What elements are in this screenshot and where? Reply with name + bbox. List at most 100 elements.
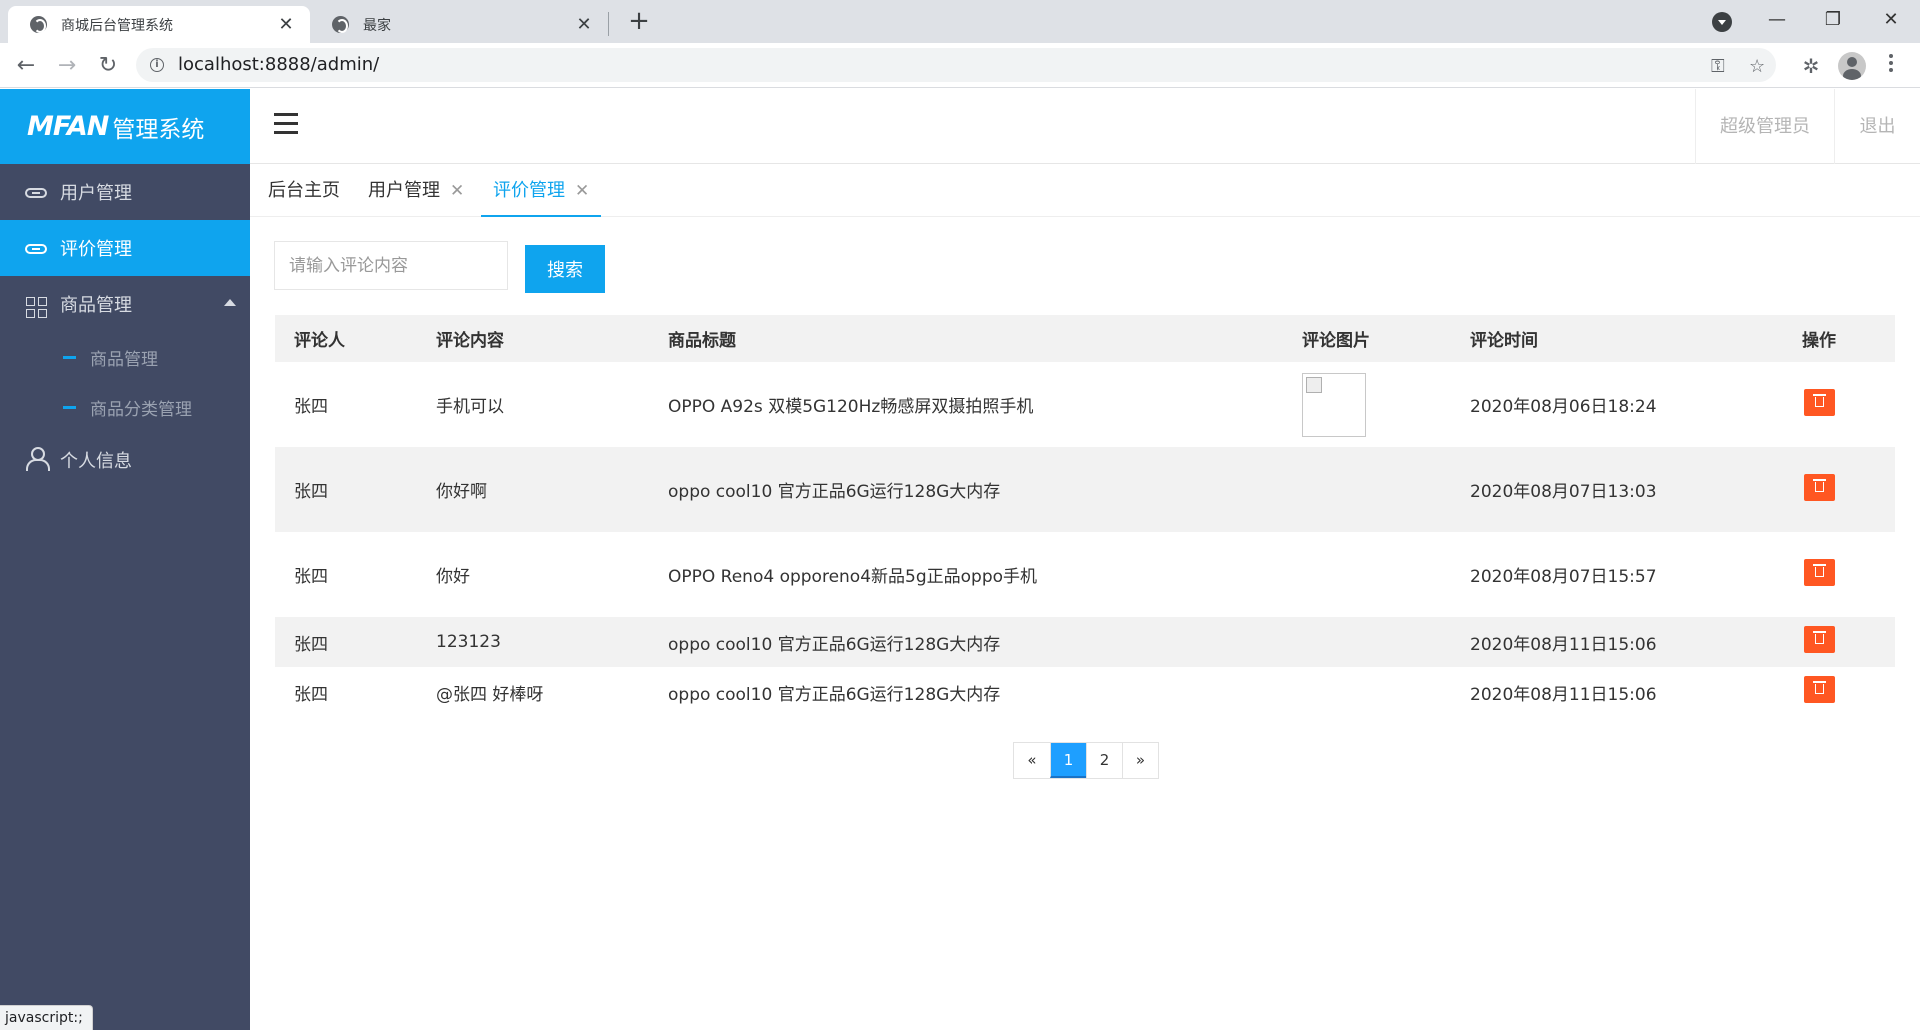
table-header-row: 评论人 评论内容 商品标题 评论图片 评论时间 操作 <box>275 315 1895 362</box>
tab-label: 后台主页 <box>268 180 340 201</box>
action-cell <box>1783 667 1895 717</box>
tab-search-icon[interactable] <box>1712 12 1732 32</box>
browser-tab-admin[interactable]: 商城后台管理系统 ✕ <box>8 6 310 43</box>
time-cell: 2020年08月07日13:03 <box>1451 447 1783 532</box>
comment-cell: 手机可以 <box>436 397 504 417</box>
time-cell: 2020年08月07日15:57 <box>1470 567 1657 587</box>
new-tab-plus-icon[interactable]: + <box>624 6 654 36</box>
column-header: 评论人 <box>275 315 417 362</box>
grid-icon <box>24 290 48 318</box>
delete-button[interactable] <box>1804 388 1835 416</box>
prev-page-button[interactable]: « <box>1014 743 1050 778</box>
close-icon[interactable]: ✕ <box>575 181 589 201</box>
back-arrow-icon[interactable]: ← <box>12 52 40 80</box>
delete-button[interactable] <box>1804 558 1835 586</box>
trash-icon <box>1813 478 1826 492</box>
column-header: 操作 <box>1783 315 1895 362</box>
search-button[interactable]: 搜索 <box>525 245 605 293</box>
site-info-icon[interactable]: i <box>150 58 164 72</box>
reviews-table: 评论人 评论内容 商品标题 评论图片 评论时间 操作 张四 手机可以 OPPO … <box>275 315 1895 717</box>
sidebar-subitem-products[interactable]: 商品管理 <box>0 332 250 382</box>
table-row: 张四 你好 OPPO Reno4 opporeno4新品5g正品oppo手机 2… <box>275 532 1895 617</box>
reviewer-cell: 张四 <box>275 617 417 667</box>
profile-avatar-icon[interactable] <box>1838 52 1866 80</box>
tab-review-management[interactable]: 评价管理 ✕ <box>481 165 602 217</box>
browser-tab-title: 最家 <box>363 17 391 34</box>
product-title-cell: OPPO A92s 双模5G120Hz畅感屏双摄拍照手机 <box>668 397 1034 417</box>
product-title-cell: oppo cool10 官方正品6G运行128G大内存 <box>649 617 1283 667</box>
sidebar-item-review-management[interactable]: 评价管理 <box>0 220 250 276</box>
forward-arrow-icon[interactable]: → <box>53 52 81 80</box>
table-row: 张四 123123 oppo cool10 官方正品6G运行128G大内存 20… <box>275 617 1895 667</box>
image-cell <box>1283 617 1451 667</box>
app-logo[interactable]: MFAN 管理系统 <box>0 89 250 164</box>
minimize-icon[interactable]: — <box>1752 0 1802 40</box>
tab-label: 用户管理 <box>368 180 440 201</box>
action-cell <box>1783 617 1895 667</box>
delete-button[interactable] <box>1804 473 1835 501</box>
action-cell <box>1783 532 1895 617</box>
menu-toggle-icon[interactable] <box>274 113 298 135</box>
page-tabs: 后台主页 用户管理 ✕ 评价管理 ✕ <box>250 165 1920 217</box>
broken-image-icon[interactable] <box>1302 372 1366 437</box>
trash-icon <box>1813 681 1826 694</box>
sidebar-item-user-management[interactable]: 用户管理 <box>0 164 250 220</box>
table-row: 张四 手机可以 OPPO A92s 双模5G120Hz畅感屏双摄拍照手机 202… <box>275 362 1895 447</box>
tab-label: 评价管理 <box>493 180 565 201</box>
table-row: 张四 @张四 好棒呀 oppo cool10 官方正品6G运行128G大内存 2… <box>275 667 1895 717</box>
delete-button[interactable] <box>1804 676 1835 703</box>
dash-icon <box>63 405 76 409</box>
tab-user-management[interactable]: 用户管理 ✕ <box>368 165 464 217</box>
key-icon[interactable]: ⚿ <box>1711 56 1725 77</box>
sidebar-item-label: 商品管理 <box>60 295 132 316</box>
trash-icon <box>1813 393 1826 407</box>
admin-user-link[interactable]: 超级管理员 <box>1695 89 1834 164</box>
caret-up-icon <box>224 299 236 306</box>
column-header: 评论图片 <box>1283 315 1451 362</box>
sidebar-item-label: 用户管理 <box>60 183 132 204</box>
status-bar-url: javascript:; <box>0 1005 93 1030</box>
reviewer-cell: 张四 <box>294 567 328 587</box>
column-header: 评论内容 <box>417 315 649 362</box>
close-icon[interactable]: ✕ <box>450 181 464 201</box>
bookmark-star-icon[interactable]: ☆ <box>1749 56 1765 77</box>
extensions-puzzle-icon[interactable]: ✲ <box>1798 53 1824 79</box>
delete-button[interactable] <box>1804 626 1835 653</box>
sidebar-item-label: 评价管理 <box>60 239 132 260</box>
close-icon[interactable]: ✕ <box>574 14 594 35</box>
next-page-button[interactable]: » <box>1122 743 1158 778</box>
table-row: 张四 你好啊 oppo cool10 官方正品6G运行128G大内存 2020年… <box>275 447 1895 532</box>
page-button-1[interactable]: 1 <box>1050 743 1086 778</box>
restore-icon[interactable]: ❐ <box>1808 0 1858 40</box>
dash-icon <box>63 355 76 359</box>
sidebar-subitem-label: 商品分类管理 <box>90 399 192 420</box>
browser-menu-icon[interactable] <box>1888 54 1894 76</box>
comment-search-input[interactable] <box>274 241 508 290</box>
sidebar-item-product-management[interactable]: 商品管理 <box>0 276 250 332</box>
window-close-icon[interactable]: ✕ <box>1866 0 1916 40</box>
browser-tab-other[interactable]: 最家 ✕ <box>310 6 608 43</box>
reviewer-cell: 张四 <box>275 447 417 532</box>
sidebar-item-label: 个人信息 <box>60 451 132 472</box>
admin-sidebar: MFAN 管理系统 用户管理 评价管理 商品管理 商品管理 商品分类管理 个人信… <box>0 89 250 1030</box>
page-button-2[interactable]: 2 <box>1086 743 1122 778</box>
reload-icon[interactable]: ↻ <box>94 52 122 80</box>
link-icon <box>24 238 48 259</box>
comment-cell: 123123 <box>417 617 649 667</box>
user-icon <box>24 446 50 474</box>
sidebar-item-profile[interactable]: 个人信息 <box>0 432 250 488</box>
sidebar-subitem-product-categories[interactable]: 商品分类管理 <box>0 382 250 432</box>
tab-home[interactable]: 后台主页 <box>268 165 340 217</box>
address-bar[interactable]: i localhost:8888/admin/ ⚿ ☆ <box>136 48 1776 82</box>
close-icon[interactable]: ✕ <box>276 14 296 35</box>
globe-icon <box>30 16 47 33</box>
product-title-cell: OPPO Reno4 opporeno4新品5g正品oppo手机 <box>668 567 1038 587</box>
comment-cell: 你好 <box>436 567 470 587</box>
browser-tab-strip: 商城后台管理系统 ✕ 最家 ✕ + — ❐ ✕ <box>0 0 1920 43</box>
url-text: localhost:8888/admin/ <box>178 54 380 75</box>
column-header: 商品标题 <box>649 315 1283 362</box>
logout-link[interactable]: 退出 <box>1834 89 1920 164</box>
logo-text: 管理系统 <box>112 116 205 143</box>
time-cell: 2020年08月11日15:06 <box>1470 684 1657 705</box>
image-cell <box>1283 362 1451 447</box>
